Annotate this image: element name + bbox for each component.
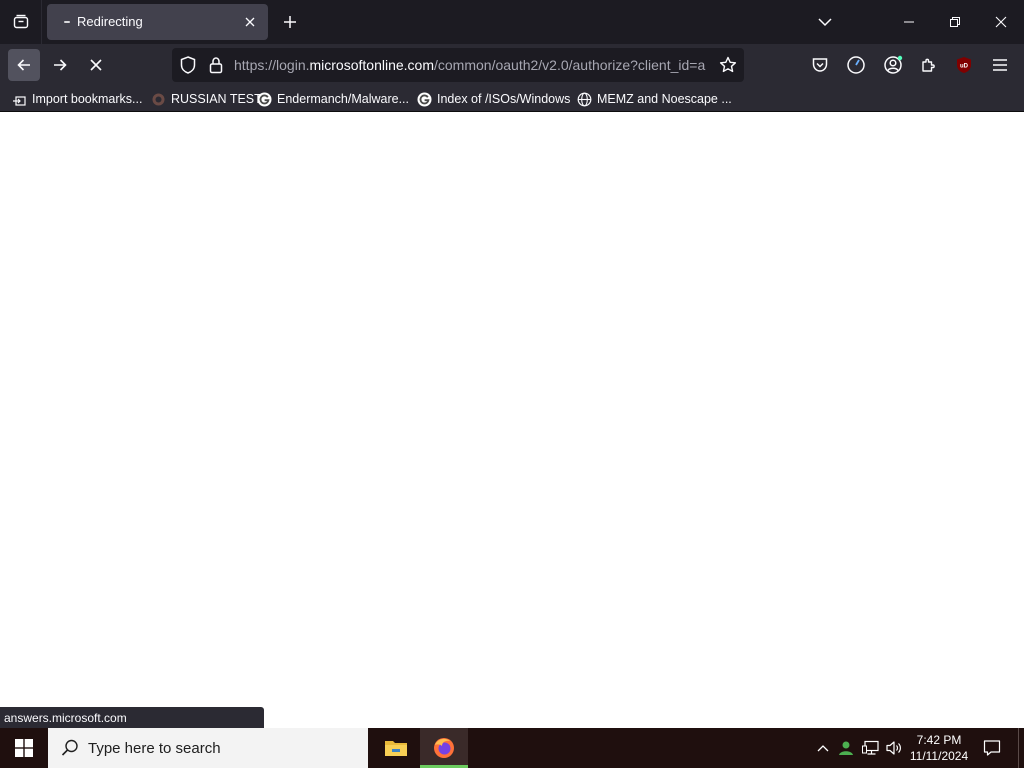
plus-icon bbox=[284, 16, 296, 28]
extensions-button[interactable] bbox=[917, 53, 941, 77]
account-button[interactable] bbox=[881, 53, 905, 77]
tray-people-button[interactable] bbox=[836, 728, 856, 768]
puzzle-icon bbox=[922, 58, 935, 72]
bookmark-index-of-isos-windows[interactable]: Index of /ISOs/Windows bbox=[417, 90, 570, 108]
extension-button[interactable] bbox=[844, 53, 868, 77]
clock-date: 11/11/2024 bbox=[909, 749, 969, 763]
hamburger-menu-icon bbox=[993, 59, 1007, 71]
volume-button[interactable] bbox=[884, 728, 904, 768]
windows-logo-icon bbox=[15, 739, 33, 757]
stop-button[interactable] bbox=[80, 49, 112, 81]
url-bar[interactable]: https://login.microsoftonline.com/common… bbox=[172, 48, 744, 82]
app-menu-button[interactable] bbox=[988, 53, 1012, 77]
tracking-protection-button[interactable] bbox=[178, 55, 198, 75]
url-host: microsoftonline.com bbox=[309, 57, 435, 73]
pocket-icon bbox=[812, 58, 828, 72]
windows-taskbar: Type here to search 7:42 PM 11/11/2024 bbox=[0, 728, 1024, 768]
page-content bbox=[0, 113, 1024, 728]
bookmark-label: Index of /ISOs/Windows bbox=[437, 92, 571, 106]
bookmark-label: MEMZ and Noescape ... bbox=[597, 92, 732, 106]
search-placeholder: Type here to search bbox=[88, 740, 221, 757]
network-icon bbox=[862, 740, 879, 755]
star-icon bbox=[719, 56, 737, 73]
lock-icon bbox=[209, 57, 223, 74]
restore-button[interactable] bbox=[932, 0, 978, 44]
back-button[interactable] bbox=[8, 49, 40, 81]
bookmark-memz-and-noescape[interactable]: MEMZ and Noescape ... bbox=[577, 90, 732, 108]
bookmark-label: RUSSIAN TEST bbox=[171, 92, 262, 106]
close-icon bbox=[995, 16, 1007, 28]
show-desktop-button[interactable] bbox=[1018, 728, 1024, 768]
loading-icon bbox=[64, 21, 70, 23]
bookmark-label: Endermanch/Malware... bbox=[277, 92, 410, 106]
minimize-button[interactable] bbox=[886, 0, 932, 44]
site-info-button[interactable] bbox=[206, 55, 226, 75]
import-icon bbox=[12, 92, 27, 107]
bookmark-label: Import bookmarks... bbox=[32, 92, 143, 106]
tab-redirecting[interactable]: Redirecting bbox=[47, 4, 268, 40]
bookmarks-toolbar: Import bookmarks... RUSSIAN TEST Enderma… bbox=[0, 86, 1024, 112]
close-icon bbox=[245, 17, 255, 27]
bookmark-endermanch-malware[interactable]: Endermanch/Malware... bbox=[257, 90, 409, 108]
taskbar-search-box[interactable]: Type here to search bbox=[48, 728, 368, 768]
search-icon bbox=[60, 738, 80, 758]
ublock-icon: uD bbox=[957, 57, 971, 73]
tab-list-icon bbox=[13, 14, 28, 29]
taskbar-clock[interactable]: 7:42 PM 11/11/2024 bbox=[902, 732, 976, 764]
google-icon bbox=[257, 92, 272, 107]
bookmark-import[interactable]: Import bookmarks... bbox=[12, 90, 142, 108]
firefox-icon bbox=[434, 738, 454, 758]
status-panel: answers.microsoft.com bbox=[0, 707, 264, 728]
svg-text:uD: uD bbox=[960, 64, 969, 70]
tab-overflow-button[interactable] bbox=[802, 0, 848, 44]
site-icon bbox=[151, 92, 166, 107]
google-icon bbox=[417, 92, 432, 107]
bookmark-page-button[interactable] bbox=[718, 55, 738, 75]
tab-title: Redirecting bbox=[77, 14, 143, 29]
taskbar-firefox[interactable] bbox=[420, 728, 468, 768]
notification-icon bbox=[983, 740, 1001, 756]
chevron-down-icon bbox=[818, 18, 832, 27]
bookmark-russian-test[interactable]: RUSSIAN TEST bbox=[151, 90, 262, 108]
arrow-left-icon bbox=[17, 59, 30, 71]
url-text[interactable]: https://login.microsoftonline.com/common… bbox=[234, 57, 712, 73]
folder-icon bbox=[385, 741, 407, 756]
arrow-right-icon bbox=[54, 59, 67, 71]
pocket-button[interactable] bbox=[808, 53, 832, 77]
navigation-toolbar: https://login.microsoftonline.com/common… bbox=[0, 44, 1024, 86]
action-center-button[interactable] bbox=[980, 728, 1004, 768]
chevron-up-icon bbox=[817, 745, 829, 752]
taskbar-file-explorer[interactable] bbox=[372, 728, 420, 768]
speaker-icon bbox=[886, 741, 901, 755]
start-button[interactable] bbox=[0, 728, 48, 768]
list-all-tabs-button[interactable] bbox=[0, 0, 42, 44]
shield-icon bbox=[180, 56, 196, 74]
forward-button[interactable] bbox=[44, 49, 76, 81]
minimize-icon bbox=[904, 21, 914, 23]
clock-time: 7:42 PM bbox=[916, 733, 962, 747]
tab-strip: Redirecting bbox=[0, 0, 1024, 44]
globe-icon bbox=[577, 92, 592, 107]
url-path: /common/oauth2/v2.0/authorize?client_id=… bbox=[434, 57, 706, 73]
restore-icon bbox=[950, 17, 960, 27]
people-icon bbox=[839, 741, 853, 755]
url-prefix: https://login. bbox=[234, 57, 310, 73]
show-hidden-icons-button[interactable] bbox=[814, 728, 832, 768]
stop-icon bbox=[90, 59, 102, 71]
ublock-button[interactable]: uD bbox=[952, 53, 976, 77]
tab-close-button[interactable] bbox=[240, 12, 260, 32]
network-button[interactable] bbox=[860, 728, 882, 768]
account-icon bbox=[884, 55, 903, 74]
close-window-button[interactable] bbox=[978, 0, 1024, 44]
new-tab-button[interactable] bbox=[276, 8, 304, 36]
speedometer-icon bbox=[847, 56, 865, 74]
